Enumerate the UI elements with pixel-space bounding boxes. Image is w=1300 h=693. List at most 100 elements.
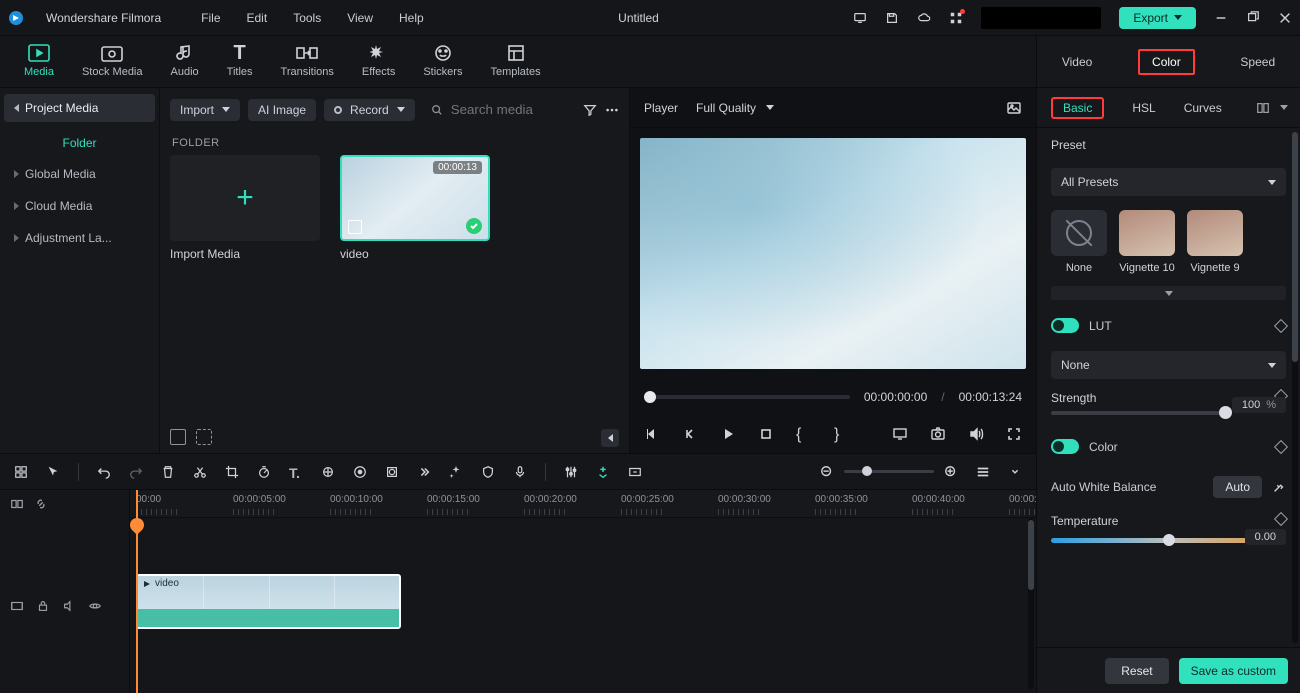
play-icon[interactable] (720, 426, 736, 442)
sidebar-project-media[interactable]: Project Media (4, 94, 155, 122)
menu-view[interactable]: View (347, 11, 373, 25)
zoom-slider[interactable] (844, 470, 934, 473)
compare-icon[interactable] (1256, 101, 1270, 115)
record-dropdown[interactable]: Record (324, 99, 415, 121)
snapshot-settings-icon[interactable] (1006, 100, 1022, 116)
lock-icon[interactable] (36, 599, 50, 613)
module-audio[interactable]: Audio (171, 42, 199, 78)
window-maximize-icon[interactable] (1246, 11, 1260, 25)
more-icon[interactable] (605, 103, 619, 117)
color-tool-icon[interactable] (353, 465, 367, 479)
display-icon[interactable] (892, 426, 908, 442)
zoom-in-icon[interactable] (944, 465, 958, 479)
grid-icon[interactable] (14, 465, 28, 479)
voiceover-icon[interactable] (513, 465, 527, 479)
new-bin-icon[interactable] (196, 429, 212, 445)
render-icon[interactable] (628, 465, 642, 479)
zoom-out-icon[interactable] (820, 465, 834, 479)
window-minimize-icon[interactable] (1214, 11, 1228, 25)
player-label[interactable]: Player (644, 101, 678, 115)
timeline-scrollbar[interactable] (1028, 518, 1034, 689)
sidebar-global-media[interactable]: Global Media (4, 160, 155, 188)
apps-icon[interactable] (949, 11, 963, 25)
sidebar-folder[interactable]: Folder (4, 126, 155, 160)
filter-icon[interactable] (583, 103, 597, 117)
keyframe-tool-icon[interactable] (321, 465, 335, 479)
subtab-curves[interactable]: Curves (1184, 101, 1222, 115)
playhead[interactable] (136, 490, 138, 693)
snapshot-icon[interactable] (930, 426, 946, 442)
sidebar-adjustment-layer[interactable]: Adjustment La... (4, 224, 155, 252)
tab-color[interactable]: Color (1138, 49, 1195, 75)
fullscreen-icon[interactable] (1006, 426, 1022, 442)
export-button[interactable]: Export (1119, 7, 1196, 29)
module-stock[interactable]: Stock Media (82, 42, 143, 78)
module-stickers[interactable]: Stickers (423, 42, 462, 78)
preset-vignette10[interactable]: Vignette 10 (1119, 210, 1175, 274)
mark-out-icon[interactable]: } (834, 426, 850, 442)
search-input[interactable] (451, 102, 567, 117)
menu-tools[interactable]: Tools (293, 11, 321, 25)
lut-toggle[interactable] (1051, 318, 1079, 333)
crop-icon[interactable] (225, 465, 239, 479)
module-templates[interactable]: Templates (490, 42, 540, 78)
mark-in-icon[interactable]: { (796, 426, 812, 442)
more-tools-icon[interactable] (417, 465, 431, 479)
marker-shield-icon[interactable] (481, 465, 495, 479)
import-media-card[interactable]: + Import Media (170, 155, 320, 261)
new-folder-icon[interactable] (170, 429, 186, 445)
ai-image-button[interactable]: AI Image (248, 99, 316, 121)
save-custom-button[interactable]: Save as custom (1179, 658, 1288, 684)
prev-frame-icon[interactable] (644, 426, 660, 442)
step-back-icon[interactable] (682, 426, 698, 442)
eyedropper-icon[interactable] (1272, 480, 1286, 494)
timeline-tracks[interactable]: 00:0000:00:05:0000:00:10:0000:00:15:0000… (130, 490, 1036, 693)
audio-mixer-icon[interactable] (564, 465, 578, 479)
temperature-value[interactable]: 0.00 (1245, 529, 1286, 545)
menu-edit[interactable]: Edit (247, 11, 268, 25)
visibility-icon[interactable] (88, 599, 102, 613)
tab-video[interactable]: Video (1058, 49, 1096, 75)
screen-icon[interactable] (853, 11, 867, 25)
presets-dropdown[interactable]: All Presets (1051, 168, 1286, 196)
menu-file[interactable]: File (201, 11, 220, 25)
reset-button[interactable]: Reset (1105, 658, 1168, 684)
split-icon[interactable] (193, 465, 207, 479)
inspector-scrollbar[interactable] (1292, 132, 1298, 643)
timeline-clip[interactable]: video (136, 574, 401, 629)
module-media[interactable]: Media (24, 42, 54, 78)
mute-icon[interactable] (62, 599, 76, 613)
link-icon[interactable] (34, 497, 48, 511)
keyframe-icon[interactable] (1274, 439, 1288, 453)
lut-dropdown[interactable]: None (1051, 351, 1286, 379)
keyframe-icon[interactable] (1274, 512, 1288, 526)
volume-icon[interactable] (968, 426, 984, 442)
cloud-icon[interactable] (917, 11, 931, 25)
chevron-down-icon[interactable] (1280, 105, 1288, 110)
subtab-hsl[interactable]: HSL (1132, 101, 1155, 115)
timeline-ruler[interactable]: 00:0000:00:05:0000:00:10:0000:00:15:0000… (130, 490, 1036, 518)
subtab-basic[interactable]: Basic (1051, 97, 1104, 119)
collapse-sidebar-button[interactable] (601, 429, 619, 447)
auto-button[interactable]: Auto (1213, 476, 1262, 498)
text-tool-icon[interactable]: T. (289, 465, 303, 479)
module-transitions[interactable]: Transitions (281, 42, 334, 78)
pointer-icon[interactable] (46, 465, 60, 479)
mask-tool-icon[interactable] (385, 465, 399, 479)
presets-expand[interactable] (1051, 286, 1286, 300)
track-options-icon[interactable] (1008, 465, 1022, 479)
strength-slider[interactable] (1051, 411, 1226, 415)
window-close-icon[interactable] (1278, 11, 1292, 25)
redo-icon[interactable] (129, 465, 143, 479)
strength-value[interactable]: 100% (1232, 397, 1286, 413)
import-dropdown[interactable]: Import (170, 99, 240, 121)
preview-viewport[interactable] (640, 138, 1026, 369)
timeline-sync-icon[interactable] (10, 497, 24, 511)
quality-dropdown[interactable]: Full Quality (696, 101, 774, 115)
module-effects[interactable]: Effects (362, 42, 395, 78)
color-toggle[interactable] (1051, 439, 1079, 454)
speed-tool-icon[interactable] (257, 465, 271, 479)
preset-vignette9[interactable]: Vignette 9 (1187, 210, 1243, 274)
delete-icon[interactable] (161, 465, 175, 479)
track-view-icon[interactable] (976, 465, 990, 479)
